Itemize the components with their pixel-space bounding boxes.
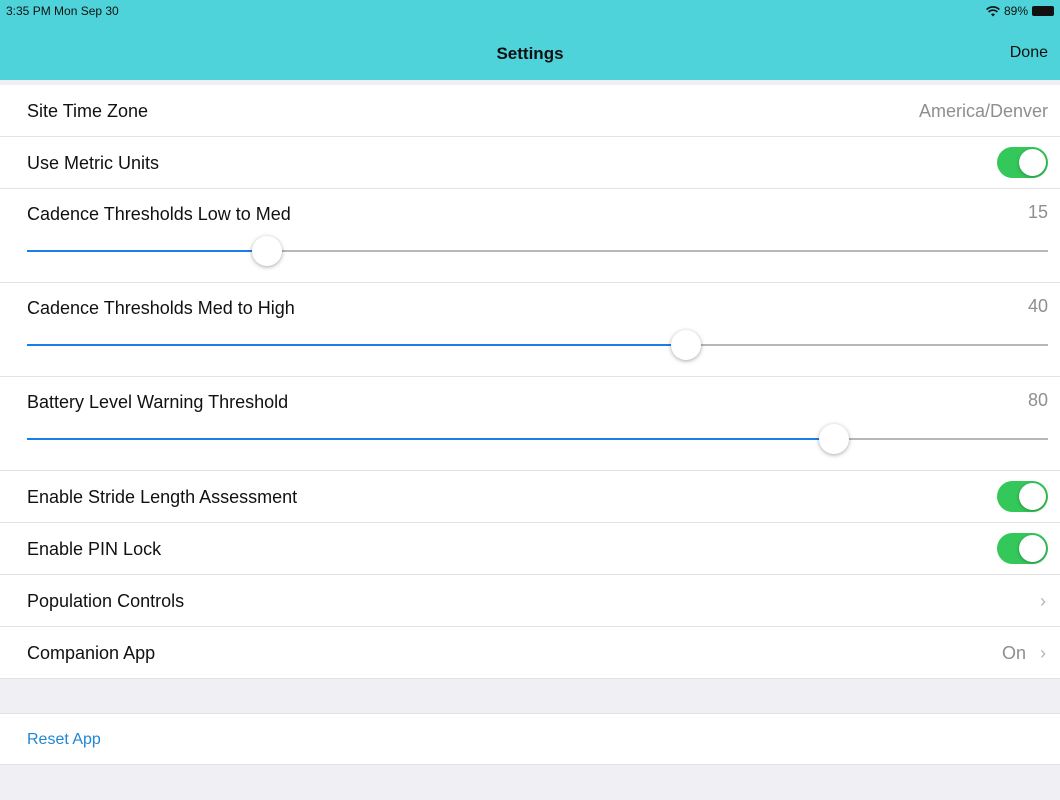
row-label: Enable PIN Lock — [27, 539, 162, 559]
navigation-header: 3:35 PM Mon Sep 30 89% Settings Done — [0, 0, 1060, 80]
slider-thumb[interactable] — [818, 424, 849, 454]
row-battery-warning-threshold: Battery Level Warning Threshold 80 — [0, 377, 1060, 471]
row-companion-app[interactable]: Companion App On › — [0, 627, 1060, 679]
cadence-high-slider[interactable] — [27, 330, 1048, 360]
done-button[interactable]: Done — [1010, 44, 1048, 62]
page-title: Settings — [496, 44, 564, 63]
slider-thumb[interactable] — [670, 330, 701, 360]
battery-percent: 89% — [1003, 4, 1028, 18]
row-label: Cadence Thresholds Low to Med — [27, 204, 291, 224]
toggle-knob — [1019, 483, 1046, 510]
row-cadence-low-to-med: Cadence Thresholds Low to Med 15 — [0, 189, 1060, 283]
settings-list: Site Time Zone America/Denver Use Metric… — [0, 85, 1060, 679]
battery-icon — [1032, 6, 1054, 16]
pin-lock-toggle[interactable] — [997, 533, 1048, 564]
row-enable-stride-length: Enable Stride Length Assessment — [0, 471, 1060, 523]
row-value: On — [1001, 643, 1026, 663]
slider-fill — [27, 344, 686, 346]
chevron-right-icon: › — [1040, 643, 1046, 663]
row-value: America/Denver — [918, 101, 1048, 121]
metric-units-toggle[interactable] — [997, 147, 1048, 178]
row-label: Battery Level Warning Threshold — [27, 392, 289, 412]
wifi-icon — [986, 5, 1000, 16]
chevron-right-icon: › — [1040, 591, 1046, 611]
slider-fill — [27, 438, 834, 440]
slider-value: 40 — [1027, 296, 1048, 316]
slider-value: 80 — [1027, 390, 1048, 410]
slider-value: 15 — [1027, 202, 1048, 222]
row-use-metric-units: Use Metric Units — [0, 137, 1060, 189]
row-label: Use Metric Units — [27, 153, 160, 173]
toggle-knob — [1019, 149, 1046, 176]
row-site-time-zone[interactable]: Site Time Zone America/Denver — [0, 85, 1060, 137]
toggle-knob — [1019, 535, 1046, 562]
row-label: Population Controls — [27, 591, 185, 611]
row-label: Site Time Zone — [27, 101, 149, 121]
slider-fill — [27, 250, 267, 252]
status-time: 3:35 PM Mon Sep 30 — [6, 4, 119, 18]
reset-app-button[interactable]: Reset App — [27, 731, 101, 749]
cadence-low-slider[interactable] — [27, 236, 1048, 266]
row-label: Cadence Thresholds Med to High — [27, 298, 295, 318]
stride-length-toggle[interactable] — [997, 481, 1048, 512]
row-cadence-med-to-high: Cadence Thresholds Med to High 40 — [0, 283, 1060, 377]
row-label: Companion App — [27, 643, 156, 663]
row-enable-pin-lock: Enable PIN Lock — [0, 523, 1060, 575]
slider-thumb[interactable] — [251, 236, 282, 266]
row-label: Enable Stride Length Assessment — [27, 487, 298, 507]
status-indicators: 89% — [986, 4, 1054, 18]
reset-section: Reset App — [0, 713, 1060, 765]
row-population-controls[interactable]: Population Controls › — [0, 575, 1060, 627]
battery-threshold-slider[interactable] — [27, 424, 1048, 454]
